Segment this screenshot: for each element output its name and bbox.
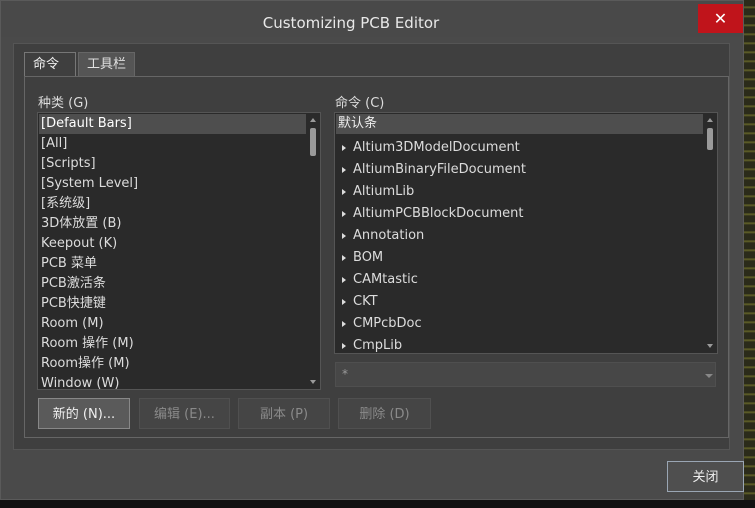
categories-scroll-thumb[interactable]	[310, 128, 316, 156]
command-item[interactable]: CMPcbDoc	[336, 313, 702, 335]
category-item[interactable]: PCB快捷键	[39, 294, 307, 314]
expand-arrow-icon[interactable]	[342, 167, 346, 173]
category-item[interactable]: [Scripts]	[39, 154, 307, 174]
category-item[interactable]: [All]	[39, 134, 307, 154]
command-item-label: Annotation	[353, 228, 425, 243]
command-item-label: Altium3DModelDocument	[353, 140, 520, 155]
close-window-button[interactable]: ✕	[698, 4, 743, 33]
scroll-up-icon[interactable]	[310, 118, 316, 122]
command-item[interactable]: BOM	[336, 247, 702, 269]
command-item[interactable]: AltiumPCBBlockDocument	[336, 203, 702, 225]
category-item[interactable]: [Default Bars]	[39, 114, 307, 134]
expand-arrow-icon[interactable]	[342, 255, 346, 261]
command-item[interactable]: AltiumBinaryFileDocument	[336, 159, 702, 181]
delete-button[interactable]: 删除 (D)	[338, 398, 431, 429]
command-item[interactable]: CKT	[336, 291, 702, 313]
expand-arrow-icon[interactable]	[342, 321, 346, 327]
categories-scrollbar[interactable]	[306, 114, 320, 388]
expand-arrow-icon[interactable]	[342, 189, 346, 195]
category-item[interactable]: Room (M)	[39, 314, 307, 334]
command-item[interactable]: CAMtastic	[336, 269, 702, 291]
close-button[interactable]: 关闭	[667, 461, 744, 492]
close-icon: ✕	[713, 9, 728, 28]
new-button[interactable]: 新的 (N)...	[38, 398, 130, 429]
command-filter-combo[interactable]: *	[335, 362, 716, 387]
command-item-label: BOM	[353, 250, 384, 265]
commands-header[interactable]: 默认条	[336, 114, 705, 134]
commands-scrollbar[interactable]	[703, 114, 717, 352]
category-item[interactable]: Room操作 (M)	[39, 354, 307, 374]
categories-list[interactable]: [Default Bars] [All] [Scripts] [System Leve…	[37, 112, 321, 390]
scroll-down-icon[interactable]	[707, 344, 713, 348]
command-filter-value: *	[342, 367, 348, 381]
command-item-label: CKT	[353, 294, 378, 309]
dialog-title: Customizing PCB Editor	[262, 14, 440, 32]
command-item[interactable]: Altium3DModelDocument	[336, 137, 702, 159]
category-item[interactable]: Window (W)	[39, 374, 307, 389]
command-item[interactable]: Annotation	[336, 225, 702, 247]
chevron-down-icon[interactable]	[705, 374, 713, 378]
category-item[interactable]: [System Level]	[39, 174, 307, 194]
category-item[interactable]: 3D体放置 (B)	[39, 214, 307, 234]
tab-commands[interactable]: 命令	[24, 52, 76, 77]
expand-arrow-icon[interactable]	[342, 211, 346, 217]
scroll-up-icon[interactable]	[707, 118, 713, 122]
commands-scroll-thumb[interactable]	[707, 128, 713, 150]
command-item-label: CmpLib	[353, 338, 403, 353]
expand-arrow-icon[interactable]	[342, 299, 346, 305]
background-pcb-canvas	[744, 0, 755, 508]
scroll-down-icon[interactable]	[310, 380, 316, 384]
tab-toolbars[interactable]: 工具栏	[78, 52, 135, 76]
background-strip	[0, 500, 755, 508]
commands-list[interactable]: 默认条 Altium3DModelDocument AltiumBinaryFil…	[334, 112, 718, 354]
title-bar[interactable]: Customizing PCB Editor	[1, 1, 743, 37]
category-item[interactable]: [系统级]	[39, 194, 307, 214]
category-item[interactable]: PCB 菜单	[39, 254, 307, 274]
edit-button[interactable]: 编辑 (E)...	[139, 398, 230, 429]
expand-arrow-icon[interactable]	[342, 343, 346, 349]
command-item-label: CAMtastic	[353, 272, 418, 287]
command-item-label: AltiumPCBBlockDocument	[353, 206, 524, 221]
commands-label: 命令 (C)	[335, 96, 385, 111]
category-item[interactable]: PCB激活条	[39, 274, 307, 294]
copy-button[interactable]: 副本 (P)	[238, 398, 330, 429]
command-item[interactable]: CmpLib	[336, 335, 702, 353]
expand-arrow-icon[interactable]	[342, 233, 346, 239]
expand-arrow-icon[interactable]	[342, 145, 346, 151]
command-item-label: AltiumBinaryFileDocument	[353, 162, 526, 177]
category-item[interactable]: Keepout (K)	[39, 234, 307, 254]
categories-label: 种类 (G)	[38, 96, 89, 111]
command-item-label: CMPcbDoc	[353, 316, 422, 331]
command-item[interactable]: AltiumLib	[336, 181, 702, 203]
expand-arrow-icon[interactable]	[342, 277, 346, 283]
category-item[interactable]: Room 操作 (M)	[39, 334, 307, 354]
command-item-label: AltiumLib	[353, 184, 415, 199]
